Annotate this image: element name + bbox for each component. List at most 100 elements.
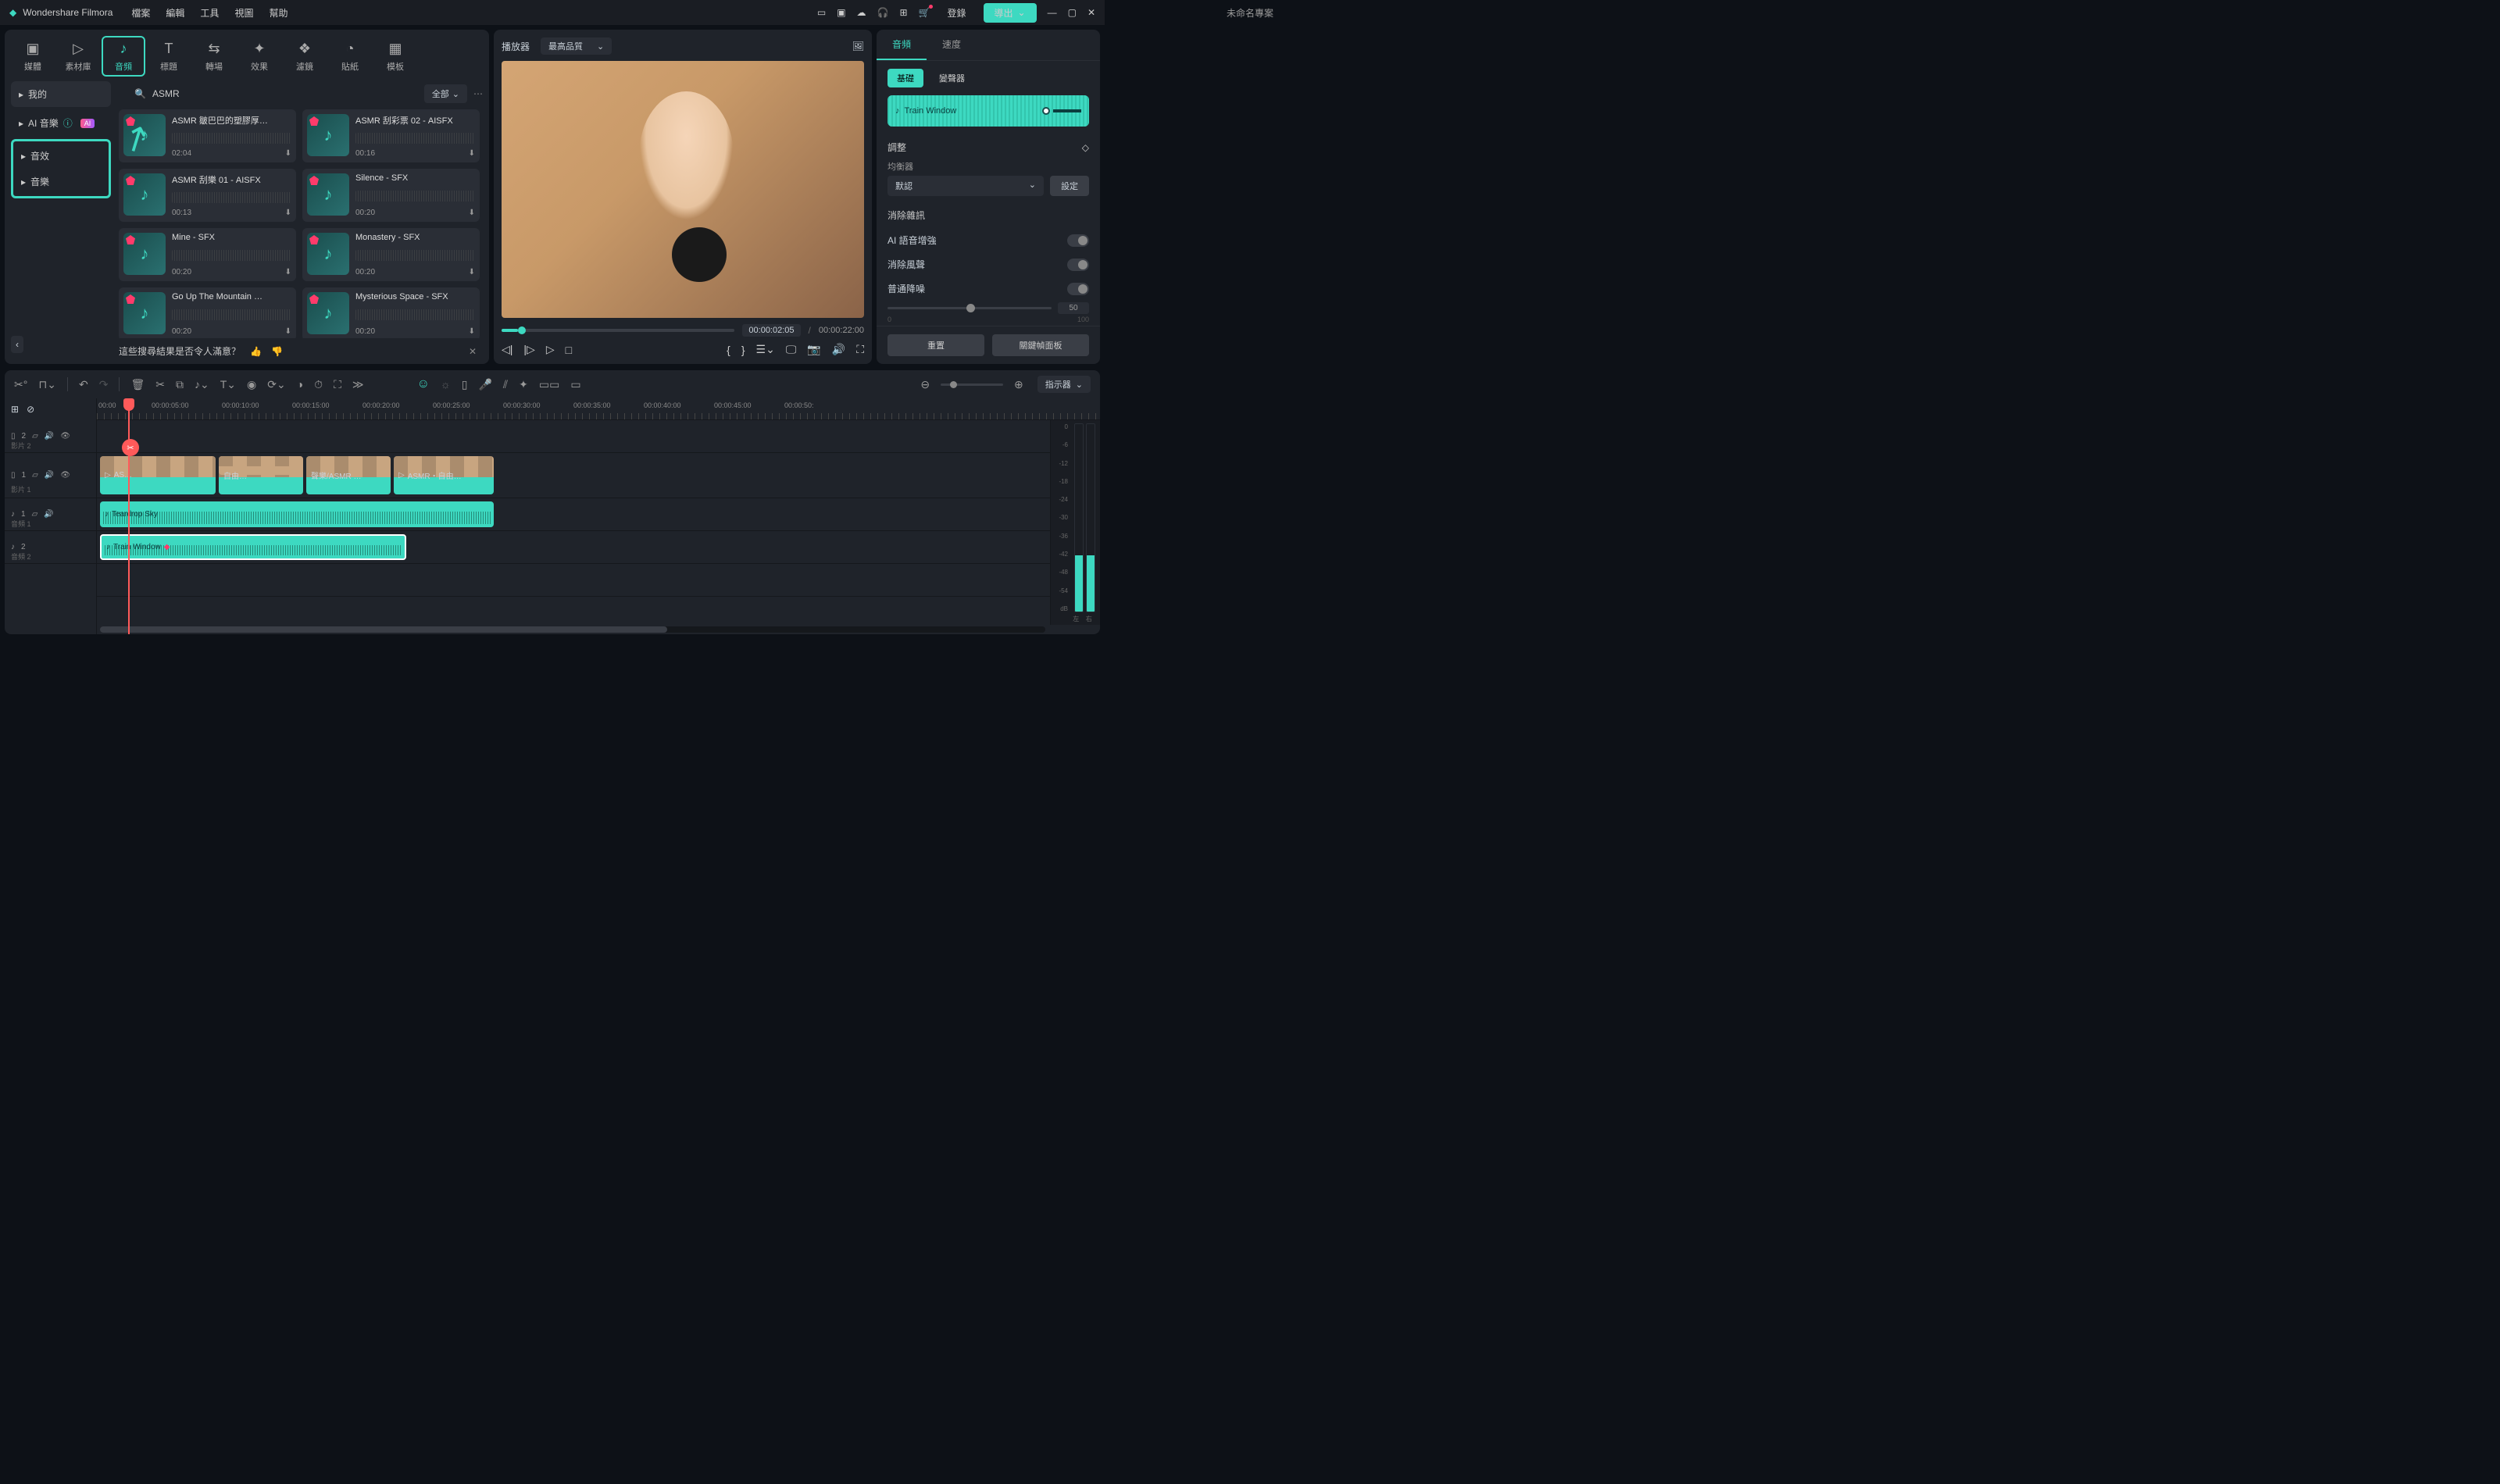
crop-icon[interactable]: ⧉: [176, 378, 184, 391]
audio-clip-selected[interactable]: ♪ Train Window ◆: [100, 534, 406, 560]
subtab-voice-changer[interactable]: 變聲器: [930, 69, 974, 87]
eye-icon[interactable]: 👁: [60, 432, 70, 441]
next-frame-button[interactable]: |▷: [523, 343, 534, 356]
maximize-icon[interactable]: ▢: [1068, 7, 1077, 18]
screenshot-icon[interactable]: ▣: [837, 7, 845, 18]
normal-denoise-toggle[interactable]: [1067, 283, 1089, 295]
result-item[interactable]: ♪Go Up The Mountain …00:20⬇: [119, 287, 296, 338]
mixer-icon[interactable]: ⫽: [503, 378, 508, 391]
progress-bar[interactable]: [502, 329, 734, 332]
collapse-sidebar-button[interactable]: ‹: [11, 336, 23, 353]
playhead[interactable]: [128, 398, 130, 634]
mute-icon[interactable]: 🔊: [44, 510, 53, 519]
audio-clip[interactable]: ♪ Teardrop Sky: [100, 501, 494, 527]
preview-viewport[interactable]: [502, 61, 864, 318]
result-item[interactable]: ♪Silence - SFX00:20⬇: [302, 169, 480, 222]
menu-view[interactable]: 視圖: [234, 6, 253, 20]
undo-icon[interactable]: ↶: [79, 378, 88, 391]
clip-waveform[interactable]: ♪Train Window: [888, 95, 1089, 127]
record-icon[interactable]: ◉: [247, 378, 256, 391]
menu-file[interactable]: 檔案: [131, 6, 150, 20]
timeline-tracks[interactable]: 00:00 00:00:05:00 00:00:10:00 00:00:15:0…: [97, 398, 1100, 634]
result-item[interactable]: ♪ASMR 刮彩票 02 - AISFX00:16⬇: [302, 109, 480, 162]
diamond-icon[interactable]: ◇: [1082, 142, 1089, 153]
add-track-icon[interactable]: ⊞: [11, 404, 19, 415]
quality-dropdown[interactable]: 最高品質⌄: [541, 37, 612, 55]
play-button[interactable]: ▷: [546, 343, 555, 356]
eq-settings-button[interactable]: 設定: [1050, 176, 1089, 196]
mark-out-button[interactable]: }: [741, 344, 745, 356]
download-icon[interactable]: ⬇: [469, 327, 475, 336]
tab-filters[interactable]: ❖濾鏡: [283, 36, 327, 77]
mute-icon[interactable]: 🔊: [45, 432, 54, 441]
timer-icon[interactable]: ⏱: [314, 378, 323, 391]
text-tool-icon[interactable]: T⌄: [220, 378, 236, 391]
scissors-icon[interactable]: ✂°: [14, 378, 27, 391]
thumbs-up-icon[interactable]: 👍: [250, 346, 262, 357]
menu-edit[interactable]: 編輯: [166, 6, 184, 20]
result-item[interactable]: ♪Mine - SFX00:20⬇: [119, 228, 296, 281]
download-icon[interactable]: ⬇: [285, 209, 291, 217]
wind-noise-toggle[interactable]: [1067, 259, 1089, 271]
image-icon[interactable]: 🖼: [852, 41, 864, 52]
audio-tool-icon[interactable]: ♪⌄: [195, 378, 209, 391]
download-icon[interactable]: ⬇: [285, 149, 291, 158]
eye-icon[interactable]: 👁: [60, 471, 70, 480]
menu-tools[interactable]: 工具: [200, 6, 219, 20]
minimize-icon[interactable]: —: [1048, 7, 1057, 18]
result-item[interactable]: ♪ASMR 刮樂 01 - AISFX00:13⬇: [119, 169, 296, 222]
filter-dropdown[interactable]: 全部⌄: [424, 84, 467, 103]
camera-icon[interactable]: 📷: [807, 343, 820, 356]
list-icon[interactable]: ☰⌄: [756, 343, 775, 356]
keyframe-marker[interactable]: [1042, 107, 1050, 115]
search-input[interactable]: [152, 88, 418, 99]
ungroup-icon[interactable]: ▭: [570, 378, 580, 391]
smiley-icon[interactable]: ☺: [417, 377, 430, 391]
more-icon[interactable]: ⋯: [473, 88, 483, 99]
eq-preset-dropdown[interactable]: 默認⌄: [888, 176, 1044, 196]
result-item[interactable]: ♪Mysterious Space - SFX00:20⬇: [302, 287, 480, 338]
tab-audio[interactable]: ♪音頻: [102, 36, 145, 77]
time-ruler[interactable]: 00:00 00:00:05:00 00:00:10:00 00:00:15:0…: [97, 398, 1100, 420]
monitor-icon[interactable]: ▭: [817, 7, 826, 18]
tab-titles[interactable]: T標題: [147, 36, 191, 77]
horizontal-scrollbar[interactable]: [100, 626, 1045, 633]
video-clip[interactable]: 聲樂/ASMR …: [306, 456, 391, 494]
ai-voice-toggle[interactable]: [1067, 234, 1089, 247]
stop-button[interactable]: □: [566, 344, 572, 356]
group-icon[interactable]: ▭▭: [539, 378, 559, 391]
mute-icon[interactable]: 🔊: [45, 471, 54, 480]
tab-effects[interactable]: ✦效果: [238, 36, 281, 77]
cut-icon[interactable]: ✂: [155, 378, 165, 391]
download-icon[interactable]: ⬇: [469, 209, 475, 217]
cut-marker[interactable]: ✂: [122, 439, 139, 456]
speed-icon[interactable]: ⟳⌄: [267, 378, 285, 391]
keyframe-panel-button[interactable]: 關鍵幀面板: [992, 334, 1089, 356]
mark-in-button[interactable]: {: [727, 344, 730, 356]
current-time[interactable]: 00:00:02:05: [742, 324, 800, 337]
zoom-out-icon[interactable]: ⊖: [920, 378, 930, 391]
login-button[interactable]: 登錄: [941, 5, 973, 21]
video-clip[interactable]: ▷ ASMR・自由…: [394, 456, 494, 494]
folder-icon[interactable]: ▱: [32, 471, 38, 480]
reset-button[interactable]: 重置: [888, 334, 984, 356]
tab-stock[interactable]: ▷素材庫: [56, 36, 100, 77]
indicator-dropdown[interactable]: 指示器⌄: [1038, 376, 1091, 393]
thumbs-down-icon[interactable]: 👎: [271, 346, 283, 357]
fullscreen-icon[interactable]: ⛶: [856, 343, 864, 356]
folder-icon[interactable]: ▱: [32, 510, 38, 519]
tab-transitions[interactable]: ⇆轉場: [192, 36, 236, 77]
tab-media[interactable]: ▣媒體: [11, 36, 55, 77]
display-icon[interactable]: 🖵: [786, 343, 797, 356]
sidebar-music[interactable]: ▸音樂: [13, 169, 109, 194]
close-icon[interactable]: ✕: [469, 346, 483, 357]
redo-icon[interactable]: ↷: [99, 378, 109, 391]
marker-tool-icon[interactable]: ✦: [519, 378, 528, 391]
tab-templates[interactable]: ▦模板: [373, 36, 417, 77]
magnet-icon[interactable]: ⊓⌄: [38, 378, 56, 391]
export-button[interactable]: 導出⌄: [984, 3, 1037, 23]
download-icon[interactable]: ⬇: [285, 327, 291, 336]
color-icon[interactable]: ◑: [297, 378, 303, 391]
result-item[interactable]: ♪Monastery - SFX00:20⬇: [302, 228, 480, 281]
menu-help[interactable]: 幫助: [269, 6, 288, 20]
